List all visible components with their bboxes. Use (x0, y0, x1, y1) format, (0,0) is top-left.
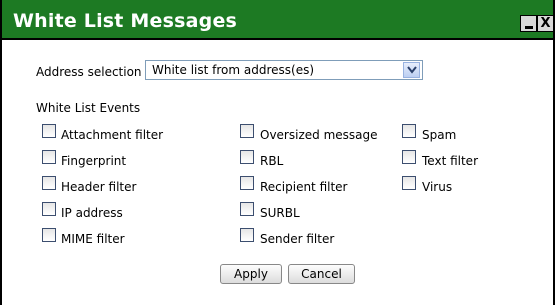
window-title: White List Messages (13, 10, 238, 32)
recipient-filter-label: Recipient filter (260, 180, 348, 194)
minimize-icon (525, 26, 533, 29)
white-list-events-heading: White List Events (36, 101, 141, 115)
fingerprint-checkbox[interactable] (42, 150, 56, 164)
sender-filter-label: Sender filter (260, 232, 335, 246)
surbl-label: SURBL (260, 206, 300, 220)
close-button[interactable]: X (537, 15, 554, 32)
apply-button[interactable]: Apply (220, 264, 282, 284)
sender-filter-checkbox[interactable] (240, 228, 254, 242)
address-selection-label: Address selection (36, 65, 142, 79)
spam-label: Spam (422, 128, 457, 142)
header-filter-checkbox[interactable] (42, 176, 56, 190)
minimize-button[interactable] (520, 15, 537, 32)
text-filter-label: Text filter (422, 154, 478, 168)
ip-address-label: IP address (61, 206, 123, 220)
ip-address-checkbox[interactable] (42, 202, 56, 216)
mime-filter-label: MIME filter (61, 232, 125, 246)
rbl-label: RBL (260, 154, 284, 168)
fingerprint-label: Fingerprint (61, 154, 127, 168)
mime-filter-checkbox[interactable] (42, 228, 56, 242)
text-filter-checkbox[interactable] (402, 150, 416, 164)
attachment-filter-checkbox[interactable] (42, 124, 56, 138)
cancel-button[interactable]: Cancel (288, 264, 355, 284)
recipient-filter-checkbox[interactable] (240, 176, 254, 190)
dialog-window: White List Messages X Address selection … (0, 0, 555, 305)
rbl-checkbox[interactable] (240, 150, 254, 164)
spam-checkbox[interactable] (402, 124, 416, 138)
address-selection-dropdown[interactable]: White list from address(es) (145, 60, 423, 80)
attachment-filter-label: Attachment filter (61, 128, 164, 142)
virus-checkbox[interactable] (402, 176, 416, 190)
virus-label: Virus (422, 180, 453, 194)
surbl-checkbox[interactable] (240, 202, 254, 216)
dropdown-arrow-button[interactable] (403, 62, 420, 78)
chevron-down-icon (407, 66, 417, 74)
oversized-message-checkbox[interactable] (240, 124, 254, 138)
address-selection-value: White list from address(es) (152, 63, 315, 77)
title-bar[interactable]: White List Messages X (2, 0, 554, 40)
oversized-message-label: Oversized message (260, 128, 378, 142)
header-filter-label: Header filter (61, 180, 137, 194)
